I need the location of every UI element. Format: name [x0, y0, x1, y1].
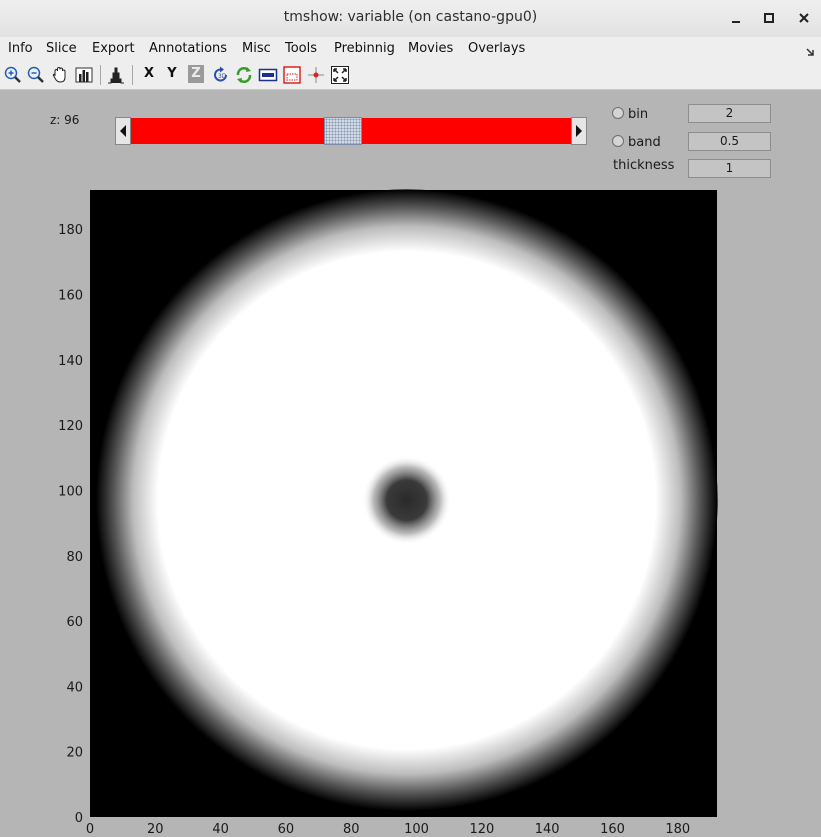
y-tick-label: 80 [66, 550, 83, 565]
y-tick-label: 40 [66, 680, 83, 695]
y-axis-ticks: 0 20 40 60 80 100 120 140 160 180 [58, 223, 83, 826]
x-axis-ticks: 0 20 40 60 80 100 120 140 160 180 [86, 822, 690, 837]
x-tick-label: 100 [404, 822, 429, 837]
y-tick-label: 60 [66, 615, 83, 630]
y-tick-label: 20 [66, 746, 83, 761]
x-tick-label: 180 [665, 822, 690, 837]
x-tick-label: 20 [147, 822, 164, 837]
y-tick-label: 120 [58, 419, 83, 434]
dark-center-spot [362, 455, 452, 545]
x-tick-label: 120 [469, 822, 494, 837]
x-tick-label: 60 [278, 822, 295, 837]
image-features [95, 189, 718, 812]
x-tick-label: 140 [535, 822, 560, 837]
y-tick-label: 140 [58, 354, 83, 369]
y-tick-label: 0 [75, 811, 83, 826]
y-tick-label: 160 [58, 289, 83, 304]
slice-image-plot: 0 20 40 60 80 100 120 140 160 180 0 20 40 60 80 100 120… [58, 189, 718, 837]
y-tick-label: 100 [58, 484, 83, 499]
x-tick-label: 160 [600, 822, 625, 837]
x-tick-label: 0 [86, 822, 94, 837]
y-tick-label: 180 [58, 223, 83, 238]
x-tick-label: 40 [212, 822, 229, 837]
x-tick-label: 80 [343, 822, 360, 837]
